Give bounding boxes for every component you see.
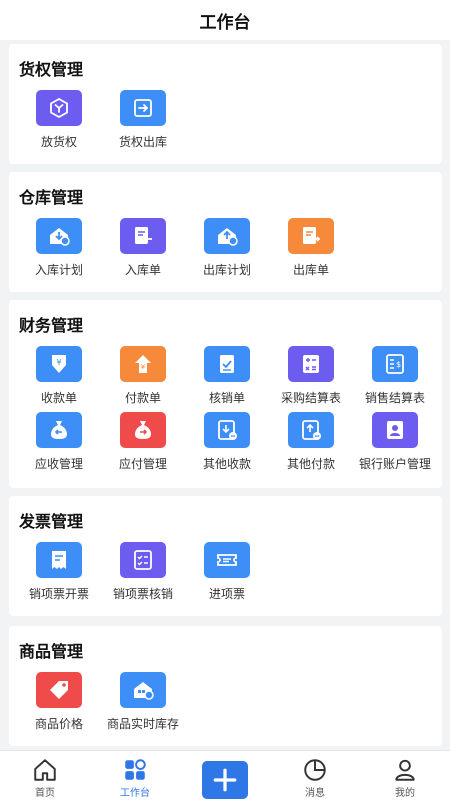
item-label: 收款单 — [40, 391, 77, 405]
bank-account-button[interactable]: 银行账户管理 — [353, 412, 437, 482]
outbound-plan-button[interactable]: 出库计划 — [185, 218, 269, 288]
outbound-order-icon — [288, 218, 334, 254]
page-title: 工作台 — [199, 12, 251, 33]
invoice-issue-button[interactable]: 销项票开票 — [17, 542, 101, 612]
tab-home[interactable]: 首页 — [0, 751, 90, 801]
section-title: 仓库管理 — [19, 188, 84, 207]
add-button[interactable] — [202, 761, 248, 799]
svg-text:¥: ¥ — [56, 358, 61, 367]
invoice-checklist-icon — [120, 542, 166, 578]
bottom-tab-bar: 首页 工作台 消息 我的 — [0, 750, 450, 801]
calculator-icon — [288, 346, 334, 382]
realtime-stock-button[interactable]: 商品实时库存 — [101, 672, 185, 742]
item-label: 其他收款 — [202, 457, 251, 471]
section-finance-management: 财务管理 ¥ 收款单 ¥ 付款单 核销单 采购结算表 $ 销售结算表 应收管理 — [9, 300, 442, 488]
item-label: 出库计划 — [202, 263, 251, 277]
workbench-icon — [125, 759, 146, 780]
payable-button[interactable]: 应付管理 — [101, 412, 185, 482]
item-label: 核销单 — [208, 391, 245, 405]
tab-label: 首页 — [35, 788, 55, 799]
item-label: 应付管理 — [118, 457, 167, 471]
sales-statement-icon: $ — [372, 346, 418, 382]
section-title: 发票管理 — [19, 512, 84, 531]
invoice-write-off-button[interactable]: 销项票核销 — [101, 542, 185, 612]
tab-workbench[interactable]: 工作台 — [90, 751, 180, 801]
tab-messages[interactable]: 消息 — [270, 751, 360, 801]
item-label: 应收管理 — [34, 457, 83, 471]
other-receipt-icon — [204, 412, 250, 448]
plus-icon — [213, 768, 237, 792]
home-icon — [34, 759, 56, 781]
item-label: 进项票 — [208, 587, 245, 601]
section-product-management: 商品管理 商品价格 商品实时库存 — [9, 626, 442, 746]
write-off-button[interactable]: 核销单 — [185, 346, 269, 416]
section-title: 商品管理 — [19, 642, 84, 661]
item-label: 出库单 — [292, 263, 329, 277]
invoice-issue-icon — [36, 542, 82, 578]
profile-icon — [395, 759, 415, 781]
bank-account-icon — [372, 412, 418, 448]
inbound-order-icon — [120, 218, 166, 254]
write-off-icon — [204, 346, 250, 382]
rights-outbound-icon — [120, 90, 166, 126]
product-price-button[interactable]: 商品价格 — [17, 672, 101, 742]
payable-icon — [120, 412, 166, 448]
inbound-plan-button[interactable]: 入库计划 — [17, 218, 101, 288]
tab-label: 工作台 — [120, 788, 150, 799]
receipt-icon: ¥ — [36, 346, 82, 382]
inbound-plan-icon — [36, 218, 82, 254]
section-rights-management: 货权管理 放货权 货权出库 — [9, 44, 442, 164]
section-title: 货权管理 — [19, 60, 84, 79]
page-header: 工作台 — [0, 0, 450, 40]
message-icon — [304, 759, 326, 781]
section-warehouse-management: 仓库管理 入库计划 入库单 出库计划 出库单 — [9, 172, 442, 292]
svg-text:$: $ — [396, 360, 401, 369]
other-payment-icon — [288, 412, 334, 448]
payment-icon: ¥ — [120, 346, 166, 382]
item-label: 货权出库 — [118, 135, 167, 149]
tab-label: 消息 — [305, 788, 325, 799]
ticket-icon — [204, 542, 250, 578]
item-label: 入库计划 — [34, 263, 83, 277]
purchase-statement-button[interactable]: 采购结算表 — [269, 346, 353, 416]
other-receipt-button[interactable]: 其他收款 — [185, 412, 269, 482]
item-label: 付款单 — [124, 391, 161, 405]
release-rights-button[interactable]: 放货权 — [17, 90, 101, 160]
item-label: 销项票开票 — [28, 587, 89, 601]
item-label: 销售结算表 — [364, 391, 425, 405]
price-tag-icon — [36, 672, 82, 708]
release-rights-icon — [36, 90, 82, 126]
tab-label: 我的 — [395, 788, 415, 799]
item-label: 采购结算表 — [280, 391, 341, 405]
receivable-icon — [36, 412, 82, 448]
payment-button[interactable]: ¥ 付款单 — [101, 346, 185, 416]
item-label: 入库单 — [124, 263, 161, 277]
section-title: 财务管理 — [19, 316, 84, 335]
sales-statement-button[interactable]: $ 销售结算表 — [353, 346, 437, 416]
receipt-button[interactable]: ¥ 收款单 — [17, 346, 101, 416]
receivable-button[interactable]: 应收管理 — [17, 412, 101, 482]
rights-outbound-button[interactable]: 货权出库 — [101, 90, 185, 160]
other-payment-button[interactable]: 其他付款 — [269, 412, 353, 482]
item-label: 其他付款 — [286, 457, 335, 471]
item-label: 商品价格 — [34, 717, 83, 731]
inbound-order-button[interactable]: 入库单 — [101, 218, 185, 288]
svg-text:¥: ¥ — [141, 363, 146, 371]
outbound-plan-icon — [204, 218, 250, 254]
tab-profile[interactable]: 我的 — [360, 751, 450, 801]
input-invoice-button[interactable]: 进项票 — [185, 542, 269, 612]
item-label: 销项票核销 — [112, 587, 173, 601]
outbound-order-button[interactable]: 出库单 — [269, 218, 353, 288]
section-invoice-management: 发票管理 销项票开票 销项票核销 进项票 — [9, 496, 442, 616]
realtime-stock-icon — [120, 672, 166, 708]
item-label: 放货权 — [40, 135, 77, 149]
item-label: 银行账户管理 — [358, 457, 431, 471]
item-label: 商品实时库存 — [106, 717, 179, 731]
